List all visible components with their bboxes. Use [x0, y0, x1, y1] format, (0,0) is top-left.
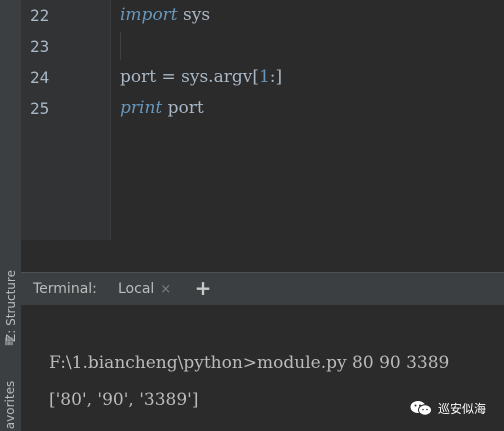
line-number: 22 — [30, 6, 50, 25]
add-terminal-button[interactable]: + — [191, 273, 215, 305]
assign-suffix: :] — [269, 67, 283, 87]
terminal-title: Terminal: — [33, 281, 97, 297]
code-line-print[interactable]: print port — [120, 93, 204, 124]
code-line-assign[interactable]: port = sys.argv[1:] — [120, 62, 282, 93]
import-keyword: import — [120, 5, 178, 25]
watermark-text: 巡安似海 — [438, 401, 487, 416]
wechat-icon — [410, 400, 432, 416]
line-number: 23 — [30, 37, 50, 56]
line-number: 25 — [30, 99, 50, 118]
terminal-command-line: F:\1.biancheng\python>module.py 80 90 33… — [49, 353, 450, 373]
terminal-tab-local[interactable]: Local × — [104, 273, 184, 305]
terminal-header: Terminal: Local × + — [21, 272, 504, 306]
left-tool-strip — [0, 0, 22, 431]
import-target: sys — [177, 5, 211, 25]
close-icon[interactable]: × — [160, 282, 171, 297]
line-number: 24 — [30, 68, 50, 87]
watermark: 巡安似海 — [410, 396, 486, 420]
favorites-tab-label: avorites — [3, 380, 18, 429]
print-keyword: print — [120, 98, 163, 118]
favorites-tool-tab[interactable]: avorites — [0, 378, 21, 431]
structure-tab-label: Z: Structure — [3, 270, 18, 342]
print-argument: port — [162, 98, 204, 118]
slice-index: 1 — [258, 67, 270, 87]
terminal-result-line: ['80', '90', '3389'] — [49, 390, 199, 410]
terminal-tab-label: Local — [118, 281, 155, 297]
structure-icon: ▦ — [4, 336, 14, 347]
code-line-import[interactable]: import sys — [120, 0, 210, 31]
editor-bottom-area — [21, 240, 504, 274]
indent-guide — [120, 32, 121, 60]
assign-prefix: port = sys.argv[ — [120, 67, 259, 87]
